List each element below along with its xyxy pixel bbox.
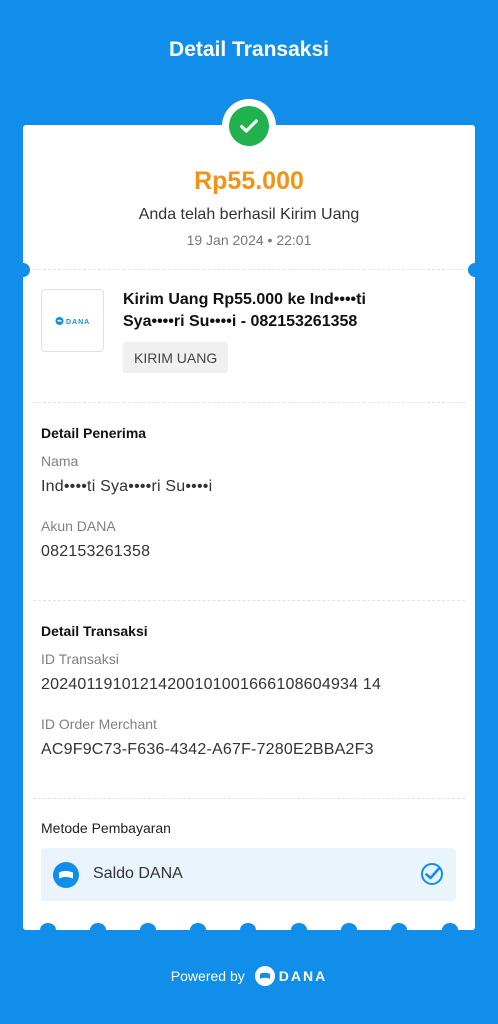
payment-method-label: Saldo DANA: [93, 865, 183, 882]
wallet-icon: [53, 862, 79, 888]
divider: [33, 798, 465, 799]
details-heading: Detail Transaksi: [41, 623, 148, 639]
dana-brand-logo: DANA: [254, 966, 328, 986]
transaction-type-tag: KIRIM UANG: [123, 342, 229, 373]
perforation-dot: [341, 923, 357, 937]
dana-brand-text: DANA: [278, 968, 328, 984]
payment-method-option[interactable]: Saldo DANA: [41, 848, 456, 901]
perforation-dot: [40, 923, 56, 937]
perforation-dot: [240, 923, 256, 937]
recipient-name-value: Ind••••ti Sya••••ri Su••••i: [41, 478, 213, 495]
svg-text:DANA: DANA: [66, 319, 90, 326]
dana-logo-icon: [254, 966, 275, 986]
recipient-heading: Detail Penerima: [41, 425, 147, 441]
status-message: Anda telah berhasil Kirim Uang: [138, 206, 360, 223]
success-badge: [222, 99, 276, 153]
footer: Powered by DANA: [0, 963, 498, 989]
transaction-amount: Rp55.000: [194, 167, 304, 195]
ticket-perforation: [23, 923, 475, 937]
dana-logo: DANA: [41, 289, 104, 352]
selected-check-icon: [420, 862, 444, 886]
divider: [33, 402, 465, 403]
perforation-dot: [90, 923, 106, 937]
transaction-title: Kirim Uang Rp55.000 ke Ind••••ti Sya••••…: [123, 291, 366, 330]
perforation-dot: [140, 923, 156, 937]
recipient-name-label: Nama: [41, 453, 79, 469]
divider: [33, 269, 465, 270]
recipient-account-label: Akun DANA: [41, 518, 116, 534]
perforation-dot: [442, 923, 458, 937]
perforation-dot: [291, 923, 307, 937]
merchant-order-id-label: ID Order Merchant: [41, 716, 157, 732]
transaction-id-label: ID Transaksi: [41, 651, 119, 667]
divider: [33, 600, 465, 601]
check-icon: [229, 106, 269, 146]
transaction-datetime: 19 Jan 2024 • 22:01: [186, 232, 312, 248]
page-title: Detail Transaksi: [169, 38, 329, 61]
payment-method-heading: Metode Pembayaran: [41, 820, 171, 836]
recipient-account-value: 082153261358: [41, 543, 151, 560]
transaction-id-value: 20240119101214200101001666108604934 14: [41, 676, 382, 693]
receipt-card: Rp55.000 Anda telah berhasil Kirim Uang …: [16, 125, 482, 937]
ticket-notch-right: [468, 263, 482, 277]
merchant-order-id-value: AC9F9C73-F636-4342-A67F-7280E2BBA2F3: [41, 741, 374, 758]
ticket-notch-left: [16, 263, 30, 277]
perforation-dot: [391, 923, 407, 937]
powered-by-label: Powered by: [170, 968, 245, 984]
perforation-dot: [190, 923, 206, 937]
